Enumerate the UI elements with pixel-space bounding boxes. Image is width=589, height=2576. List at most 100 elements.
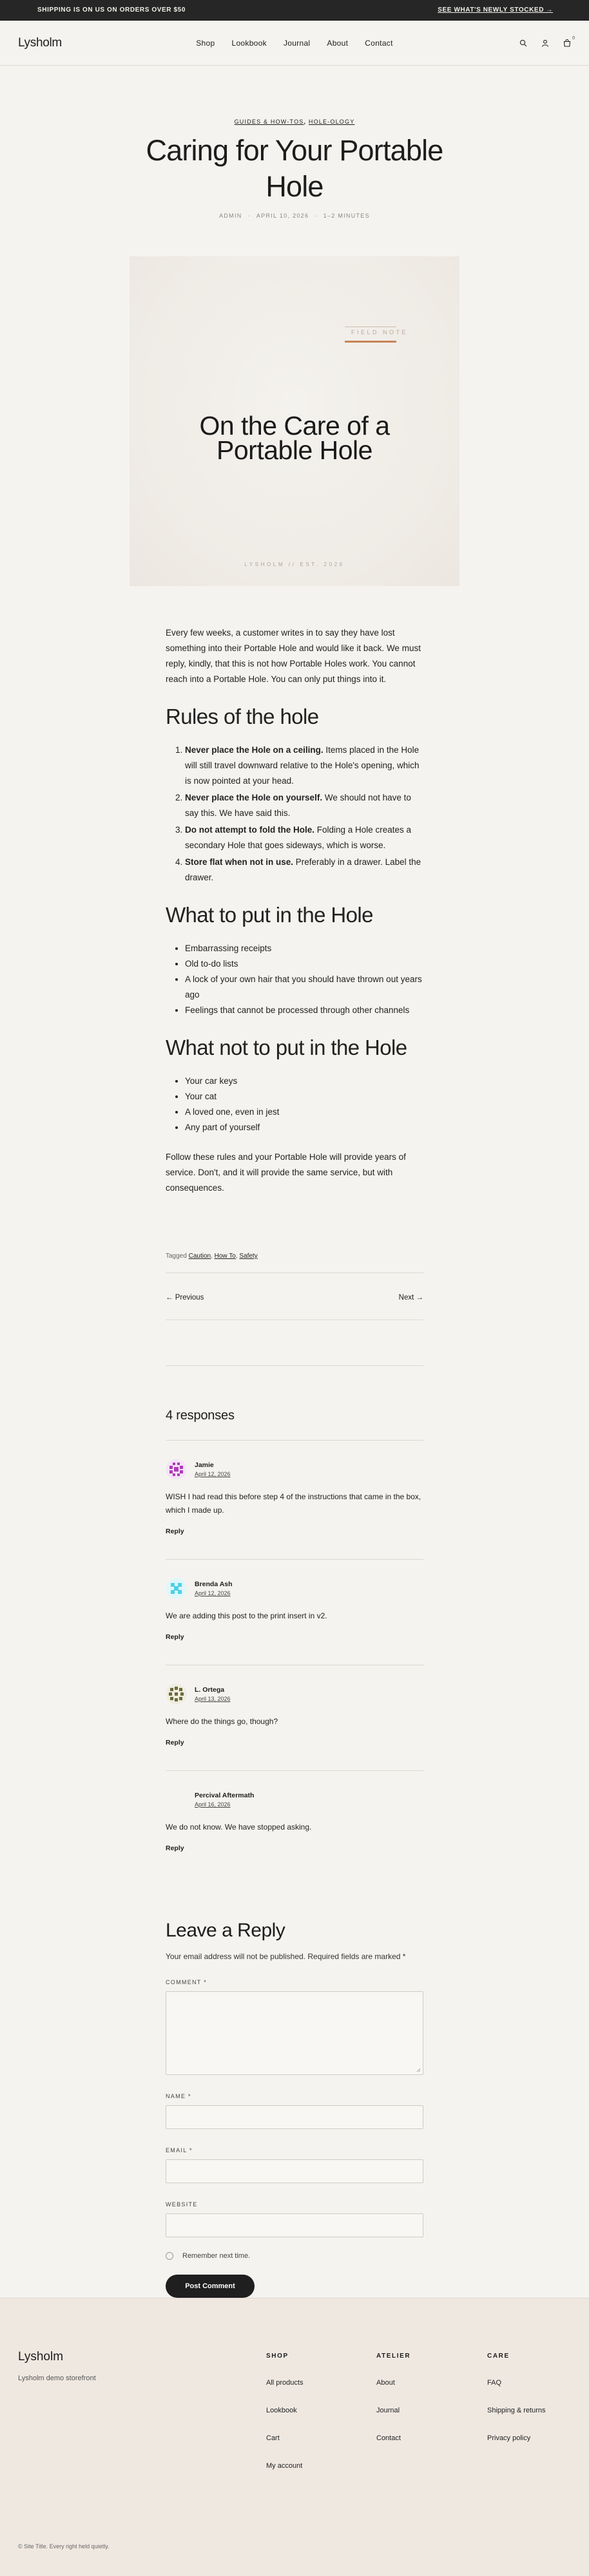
post-author[interactable]: ADMIN [219,213,242,219]
next-post-link[interactable]: Next → [399,1294,423,1302]
tags-label: Tagged [166,1253,187,1260]
heading-rules: Rules of the hole [166,705,319,728]
hero-footer: LYSHOLM // EST. 2026 [244,562,345,567]
announcement-text: SHIPPING IS ON US ON ORDERS OVER $50 [37,6,186,14]
list-item: Do not attempt to fold the Hole. Folding… [185,822,423,853]
main-nav: Shop Lookbook Journal About Contact [0,21,589,66]
footer-link[interactable]: Cart [266,2434,303,2442]
account-icon[interactable] [541,39,549,47]
category-link[interactable]: HOLE-OLOGY [309,118,355,125]
resize-handle-icon [416,2068,421,2072]
comment-author: Percival Aftermath [195,1792,255,1799]
comment-label: COMMENT * [166,1979,208,1985]
divider [166,1365,423,1366]
post-footer: Tagged Caution, How To, Safety ← Previou… [166,1253,423,2298]
put-list: Embarrassing receipts Old to-do lists A … [166,941,423,1018]
comment: L. Ortega April 13, 2026 Where do the th… [166,1665,423,1747]
remember-checkbox[interactable] [166,2252,173,2260]
copyright: © Site Title. Every right held quietly. [18,2543,110,2550]
header-icons: 0 [519,36,575,47]
comment-author: L. Ortega [195,1686,225,1694]
website-field[interactable] [166,2213,423,2237]
category-link[interactable]: GUIDES & HOW-TOS [235,118,304,125]
post-comment-button[interactable]: Post Comment [166,2275,255,2298]
post-date: APRIL 10, 2026 [256,213,309,219]
nav-about[interactable]: About [327,39,348,48]
previous-post-link[interactable]: ← Previous [166,1294,204,1302]
remember-me: Remember next time. [166,2252,423,2260]
reply-link[interactable]: Reply [166,1844,423,1852]
comment-author: Jamie [195,1461,214,1469]
post-meta: ADMIN · APRIL 10, 2026 · 1–2 MINUTES [219,213,370,219]
tag-link[interactable]: How To [215,1253,236,1260]
cart-count-badge: 0 [572,35,575,41]
hero-accent-bar [345,341,396,343]
hero-eyebrow: FIELD NOTE [351,329,409,336]
nav-contact[interactable]: Contact [365,39,392,48]
list-item: Never place the Hole on yourself. We sho… [185,790,423,821]
footer-column-shop: SHOP All products Lookbook Cart My accou… [266,2353,303,2470]
article: GUIDES & HOW-TOS, HOLE-OLOGY Caring for … [146,118,443,219]
list-item: Embarrassing receipts [185,941,423,956]
footer-link[interactable]: Contact [376,2434,410,2442]
remember-label: Remember next time. [182,2252,251,2260]
newly-stocked-link[interactable]: SEE WHAT'S NEWLY STOCKED → [438,6,553,14]
heading-what-not-to-put: What not to put in the Hole [166,1036,407,1059]
footer-link[interactable]: Journal [376,2407,410,2414]
footer-column-title: ATELIER [376,2353,411,2360]
rules-list: Never place the Hole on a ceiling. Items… [166,743,423,886]
comment-date[interactable]: April 16, 2026 [195,1801,254,1808]
hero-title-line: Portable Hole [217,435,372,465]
comment: Percival Aftermath April 16, 2026 We do … [166,1771,423,1852]
footer-link[interactable]: Shipping & returns [487,2407,546,2414]
reply-link[interactable]: Reply [166,1528,423,1535]
not-put-list: Your car keys Your cat A loved one, even… [166,1074,423,1135]
nav-shop[interactable]: Shop [196,39,215,48]
hero-title-line: On the Care of a [199,411,390,440]
footer-link[interactable]: My account [266,2462,303,2470]
footer-link[interactable]: Privacy policy [487,2434,546,2442]
nav-lookbook[interactable]: Lookbook [231,39,266,48]
comment-body: We are adding this post to the print ins… [166,1611,327,1620]
footer-column-title: SHOP [266,2353,289,2360]
responses-title: 4 responses [166,1408,235,1423]
hero-image: FIELD NOTE On the Care of a Portable Hol… [130,256,459,586]
email-field[interactable] [166,2159,423,2183]
nav-journal[interactable]: Journal [284,39,310,48]
footer-column-care: CARE FAQ Shipping & returns Privacy poli… [487,2353,546,2442]
list-item: Never place the Hole on a ceiling. Items… [185,743,423,789]
footer-link[interactable]: FAQ [487,2379,546,2387]
comment-date[interactable]: April 12, 2026 [195,1590,233,1596]
intro-paragraph: Every few weeks, a customer writes in to… [166,628,421,684]
avatar [166,1683,187,1705]
cart-icon[interactable]: 0 [563,36,575,47]
footer-column-title: CARE [487,2353,510,2360]
reply-link[interactable]: Reply [166,1739,423,1747]
comment: Jamie April 12, 2026 WISH I had read thi… [166,1441,423,1535]
avatar [166,1459,187,1480]
comment-textarea[interactable] [166,1991,423,2075]
search-icon[interactable] [519,39,527,47]
comment-body: We do not know. We have stopped asking. [166,1823,312,1832]
tag-link[interactable]: Safety [239,1253,257,1260]
hero-title: On the Care of a Portable Hole [130,411,459,465]
footer-logo[interactable]: Lysholm [18,2350,63,2364]
footer-link[interactable]: All products [266,2379,303,2387]
comment-author: Brenda Ash [195,1580,233,1588]
tag-link[interactable]: Caution [189,1253,211,1260]
list-item: Your cat [185,1089,423,1104]
site-logo[interactable]: Lysholm [18,36,62,50]
footer-link[interactable]: About [376,2379,410,2387]
name-field[interactable] [166,2105,423,2129]
reply-link[interactable]: Reply [166,1633,423,1641]
list-item: A loved one, even in jest [185,1104,423,1120]
site-header: Lysholm Shop Lookbook Journal About Cont… [0,21,589,66]
post-title: Caring for Your Portable Hole [146,134,443,203]
post-pager: ← Previous Next → [166,1273,423,1320]
reply-form-title: Leave a Reply [166,1920,285,1941]
heading-what-to-put: What to put in the Hole [166,903,373,927]
avatar [166,1578,187,1599]
comment-date[interactable]: April 13, 2026 [195,1696,231,1702]
comment-date[interactable]: April 12, 2026 [195,1471,231,1477]
footer-link[interactable]: Lookbook [266,2407,303,2414]
